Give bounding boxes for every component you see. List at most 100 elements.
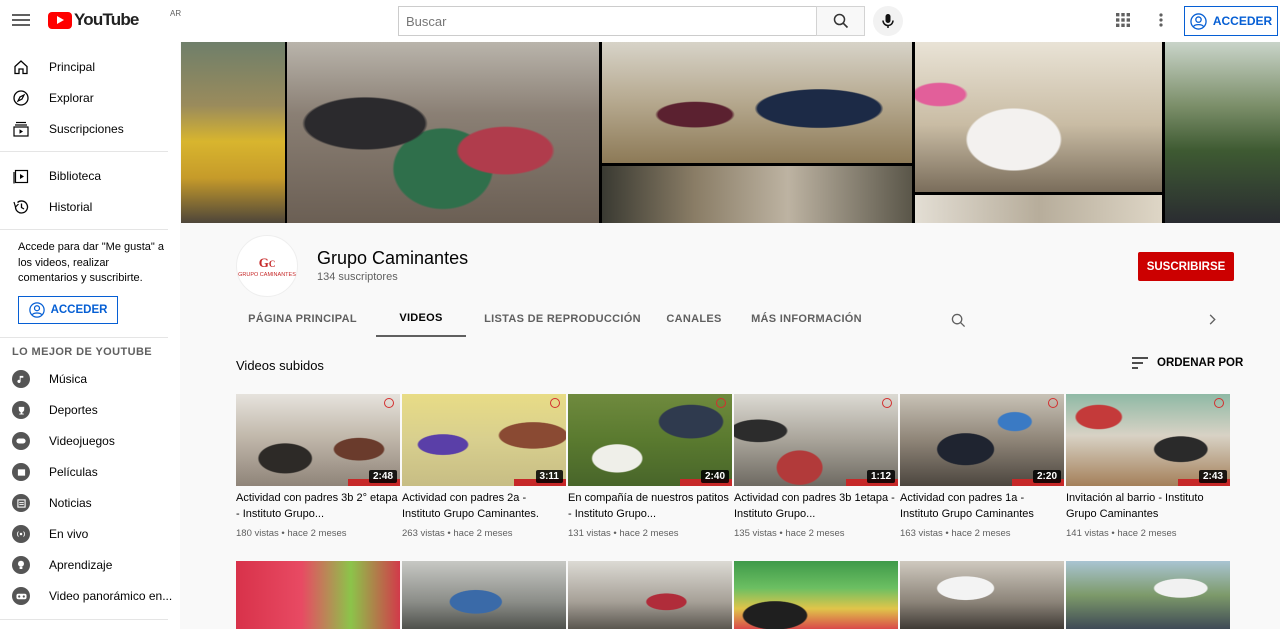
sidebar-item-label: Historial xyxy=(49,199,93,214)
video-card[interactable]: 2:40 En compañía de nuestros patitos - I… xyxy=(568,394,732,539)
news-icon xyxy=(12,494,30,512)
video-title[interactable]: Actividad con padres 3b 2° etapa - Insti… xyxy=(236,491,400,522)
sidebar-item-label: Películas xyxy=(49,465,98,479)
video-meta: 135 vistas • hace 2 meses xyxy=(734,528,845,539)
sidebar-item-videojuegos[interactable]: Videojuegos xyxy=(0,426,180,457)
apps-icon[interactable] xyxy=(1116,13,1130,32)
country-code: AR xyxy=(170,9,182,18)
sign-in-button[interactable]: ACCEDER xyxy=(1184,6,1278,36)
youtube-logo[interactable]: YouTube AR xyxy=(48,9,181,30)
sidebar-item-noticias[interactable]: Noticias xyxy=(0,488,180,519)
video-thumbnail[interactable] xyxy=(402,561,566,629)
divider xyxy=(0,229,168,230)
video-card[interactable]: 1:12 Actividad con padres 3b 1etapa - In… xyxy=(734,394,898,539)
divider xyxy=(0,336,168,338)
view-count: 135 vistas xyxy=(734,528,777,539)
sidebar-sign-in-button[interactable]: ACCEDER xyxy=(18,295,118,324)
video-thumbnail[interactable] xyxy=(1066,561,1230,629)
video-meta: 141 vistas • hace 2 meses xyxy=(1066,528,1177,539)
channel-logo-mark: GC xyxy=(258,254,276,270)
divider xyxy=(0,618,168,620)
video-title[interactable]: Actividad con padres 3b 1etapa - Institu… xyxy=(734,491,898,522)
video-title[interactable]: Actividad con padres 2a - Instituto Grup… xyxy=(402,491,566,522)
video-meta: 131 vistas • hace 2 meses xyxy=(568,528,679,539)
search-box xyxy=(398,6,865,36)
banner-photo xyxy=(915,42,1162,192)
sidebar-item-principal[interactable]: Principal xyxy=(0,51,180,82)
sidebar-item-label: Videojuegos xyxy=(49,434,115,448)
shelf-title: Videos subidos xyxy=(236,358,324,373)
video-title[interactable]: Actividad con padres 1a - Instituto Grup… xyxy=(900,491,1064,522)
sidebar-item-label: Suscripciones xyxy=(49,121,124,136)
video-title[interactable]: Invitación al barrio - Instituto Grupo C… xyxy=(1066,491,1230,522)
divider xyxy=(0,151,168,152)
best-of-youtube-title: LO MEJOR DE YOUTUBE xyxy=(12,346,153,358)
channel-search-icon[interactable] xyxy=(951,313,966,333)
upload-age: hace 2 meses xyxy=(785,528,845,539)
chevron-right-icon[interactable] xyxy=(1207,313,1217,331)
sidebar-item-label: Principal xyxy=(49,59,96,74)
sidebar-item-label: Biblioteca xyxy=(49,168,102,183)
view-count: 141 vistas xyxy=(1066,528,1109,539)
sidebar-item-biblioteca[interactable]: Biblioteca xyxy=(0,160,180,191)
banner-photo xyxy=(915,195,1162,223)
video-thumbnail[interactable] xyxy=(568,561,732,629)
live-icon xyxy=(12,525,30,543)
sidebar-item-en-vivo[interactable]: En vivo xyxy=(0,519,180,550)
sidebar-item-video-panoramico[interactable]: Video panorámico en... xyxy=(0,581,180,612)
channel-name: Grupo Caminantes xyxy=(317,248,469,268)
sidebar-item-label: Música xyxy=(49,372,88,386)
video-thumbnail[interactable]: 1:12 xyxy=(734,394,898,486)
duration-badge: 1:12 xyxy=(866,470,895,483)
channel-avatar[interactable]: GC GRUPO CAMINANTES xyxy=(236,235,298,297)
sidebar-item-label: Video panorámico en... xyxy=(49,589,173,603)
gamepad-icon xyxy=(12,432,30,450)
video-card[interactable]: 2:43 Invitación al barrio - Instituto Gr… xyxy=(1066,394,1230,539)
sidebar-item-historial[interactable]: Historial xyxy=(0,191,180,222)
tab-mas-informacion[interactable]: MÁS INFORMACIÓN xyxy=(744,301,869,337)
channel-watermark-icon xyxy=(384,398,394,408)
subscribe-button[interactable]: SUSCRIBIRSE xyxy=(1138,252,1234,281)
library-icon xyxy=(12,167,30,185)
sidebar-item-deportes[interactable]: Deportes xyxy=(0,395,180,426)
sign-in-label: ACCEDER xyxy=(50,303,108,316)
tab-listas[interactable]: LISTAS DE REPRODUCCIÓN xyxy=(481,301,644,337)
sidebar-item-explorar[interactable]: Explorar xyxy=(0,82,180,113)
channel-watermark-icon xyxy=(550,398,560,408)
video-thumbnail[interactable]: 2:40 xyxy=(568,394,732,486)
upload-age: hace 2 meses xyxy=(619,528,679,539)
channel-tabs: PÁGINA PRINCIPAL VIDEOS LISTAS DE REPROD… xyxy=(244,301,869,337)
music-icon xyxy=(12,370,30,388)
upload-age: hace 2 meses xyxy=(951,528,1011,539)
menu-icon[interactable] xyxy=(12,11,30,29)
home-icon xyxy=(12,58,30,76)
view-count: 263 vistas xyxy=(402,528,445,539)
video-thumbnail[interactable] xyxy=(734,561,898,629)
voice-search-button[interactable] xyxy=(873,6,903,36)
video-thumbnail[interactable]: 2:20 xyxy=(900,394,1064,486)
sort-button[interactable]: ORDENAR POR xyxy=(1132,357,1243,369)
video-card[interactable]: 2:20 Actividad con padres 1a - Instituto… xyxy=(900,394,1064,539)
tab-pagina-principal[interactable]: PÁGINA PRINCIPAL xyxy=(244,301,361,337)
video-title[interactable]: En compañía de nuestros patitos - Instit… xyxy=(568,491,732,522)
sidebar-item-aprendizaje[interactable]: Aprendizaje xyxy=(0,550,180,581)
sidebar-item-suscripciones[interactable]: Suscripciones xyxy=(0,113,180,144)
video-thumbnail[interactable] xyxy=(236,561,400,629)
tab-canales[interactable]: CANALES xyxy=(660,301,728,337)
banner-photo xyxy=(181,42,285,223)
video-thumbnail[interactable]: 2:48 xyxy=(236,394,400,486)
video-card[interactable]: 2:48 Actividad con padres 3b 2° etapa - … xyxy=(236,394,400,539)
video-card[interactable]: 3:11 Actividad con padres 2a - Instituto… xyxy=(402,394,566,539)
sidebar-item-label: Aprendizaje xyxy=(49,558,113,572)
search-button[interactable] xyxy=(816,6,865,36)
video-thumbnail[interactable]: 3:11 xyxy=(402,394,566,486)
video-thumbnail[interactable] xyxy=(900,561,1064,629)
lightbulb-icon xyxy=(12,556,30,574)
search-input[interactable] xyxy=(398,6,816,36)
more-options-icon[interactable] xyxy=(1157,12,1165,33)
duration-badge: 2:48 xyxy=(368,470,397,483)
sidebar-item-peliculas[interactable]: Películas xyxy=(0,457,180,488)
tab-videos[interactable]: VIDEOS xyxy=(376,301,466,337)
video-thumbnail[interactable]: 2:43 xyxy=(1066,394,1230,486)
sidebar-item-musica[interactable]: Música xyxy=(0,364,180,395)
